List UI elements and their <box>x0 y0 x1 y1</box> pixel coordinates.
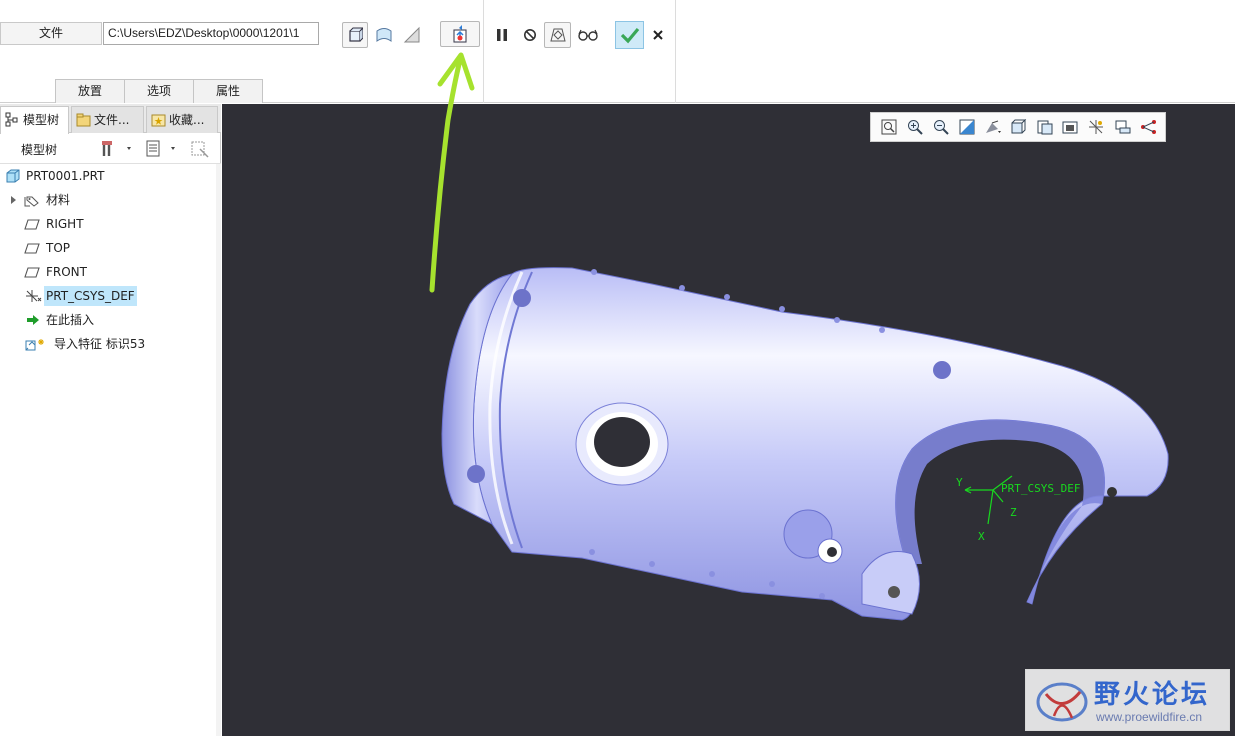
datum-plane-icon <box>24 243 40 254</box>
ribbon: 文件 C:\Users\EDZ\Desktop\0000\1201\1 放置 选… <box>0 0 1235 103</box>
tools-icon <box>102 141 131 156</box>
tab-file-browser[interactable]: 文件... <box>71 106 144 133</box>
file-tab-button[interactable]: 文件 <box>0 22 102 45</box>
model-tree-icon <box>5 112 18 127</box>
tab-properties[interactable]: 属性 <box>193 79 263 103</box>
panel-resize-edge[interactable] <box>216 164 221 736</box>
material-icon <box>24 196 39 207</box>
favorites-icon <box>151 114 166 127</box>
insert-here-icon <box>27 315 39 325</box>
datum-display-icon[interactable] <box>1084 115 1110 139</box>
view-toolbar <box>870 112 1166 142</box>
tree-item-label: FRONT <box>46 265 87 279</box>
tree-item-insert-here[interactable]: 在此插入 <box>0 308 221 332</box>
verify-preview-icon[interactable] <box>544 22 571 48</box>
navigator-tabs: 模型树 文件... 收藏... <box>0 104 221 134</box>
surface-icon[interactable] <box>371 22 397 48</box>
tree-item-label: RIGHT <box>46 217 84 231</box>
show-list-icon <box>146 140 175 157</box>
cancel-x-icon[interactable] <box>645 22 671 48</box>
remove-material-icon[interactable] <box>399 22 425 48</box>
tree-item-label: 在此插入 <box>46 313 95 327</box>
watermark-logo <box>1036 682 1088 722</box>
import-feature-icon <box>25 339 44 351</box>
spin-center-icon[interactable] <box>1110 115 1136 139</box>
tab-label: 收藏... <box>169 113 205 127</box>
axis-label-z: Z <box>1010 506 1017 519</box>
tree-item-label: 导入特征 标识53 <box>54 337 146 351</box>
zoom-out-icon[interactable] <box>928 115 954 139</box>
import-feature-icon[interactable] <box>440 21 480 47</box>
tree-item-label: 材料 <box>46 193 71 207</box>
tab-favorites[interactable]: 收藏... <box>146 106 218 133</box>
named-views-icon[interactable] <box>1032 115 1058 139</box>
file-path-field[interactable]: C:\Users\EDZ\Desktop\0000\1201\1 <box>103 22 319 45</box>
forum-watermark: 野火论坛 www.proewildfire.cn <box>1025 669 1230 731</box>
csys-label: PRT_CSYS_DEF <box>1001 482 1081 495</box>
tree-toolbar: 模型树 <box>0 134 221 164</box>
tab-options[interactable]: 选项 <box>124 79 194 103</box>
watermark-title: 野火论坛 <box>1094 680 1211 710</box>
solid-body-icon[interactable] <box>342 22 368 48</box>
tree-title: 模型树 <box>21 143 58 157</box>
csys-icon <box>26 290 42 302</box>
display-style-icon[interactable] <box>980 115 1006 139</box>
zoom-in-icon[interactable] <box>902 115 928 139</box>
refit-icon[interactable] <box>876 115 902 139</box>
tree-item-label: PRT_CSYS_DEF <box>44 286 137 306</box>
annotation-display-icon[interactable] <box>1136 115 1162 139</box>
hook-inner <box>895 419 1105 604</box>
tree-item-material[interactable]: 材料 <box>0 188 221 212</box>
folder-browser-icon <box>76 113 91 127</box>
tab-label: 模型树 <box>23 113 60 127</box>
confirm-check-icon[interactable] <box>615 21 644 49</box>
tree-show-button[interactable] <box>145 139 181 159</box>
tree-item-part[interactable]: PRT0001.PRT <box>0 164 221 188</box>
tab-model-tree[interactable]: 模型树 <box>0 106 69 134</box>
navigator-panel: 模型树 文件... 收藏... 模型树 PRT0001.PRT 材料 RIGHT… <box>0 104 221 736</box>
model-tree: PRT0001.PRT 材料 RIGHT TOP FRONT PRT_CSYS_… <box>0 164 221 356</box>
axis-label-y: Y <box>956 476 963 489</box>
tree-item-label: PRT0001.PRT <box>26 169 105 183</box>
view-manager-icon[interactable] <box>1058 115 1084 139</box>
expand-arrow-icon <box>11 196 16 204</box>
tab-label: 文件... <box>94 113 130 127</box>
dashboard-tabs: 放置 选项 属性 <box>55 79 263 103</box>
tree-settings-button[interactable] <box>101 139 137 159</box>
tree-item-right-plane[interactable]: RIGHT <box>0 212 221 236</box>
tree-item-import-feature[interactable]: 导入特征 标识53 <box>0 332 221 356</box>
datum-plane-icon <box>24 219 40 230</box>
preview-glasses-icon[interactable] <box>575 22 601 48</box>
repaint-icon[interactable] <box>954 115 980 139</box>
tree-item-front-plane[interactable]: FRONT <box>0 260 221 284</box>
filter-icon <box>191 141 209 158</box>
tree-item-csys[interactable]: PRT_CSYS_DEF <box>0 284 221 308</box>
part-icon <box>6 169 20 183</box>
tree-item-top-plane[interactable]: TOP <box>0 236 221 260</box>
ribbon-divider <box>675 0 676 103</box>
tree-item-label: TOP <box>46 241 71 255</box>
ribbon-divider <box>483 0 484 103</box>
axis-label-x: X <box>978 530 985 543</box>
saved-orientations-icon[interactable] <box>1006 115 1032 139</box>
part-model[interactable] <box>222 104 1235 736</box>
watermark-url: www.proewildfire.cn <box>1096 710 1203 724</box>
no-preview-icon[interactable] <box>517 22 543 48</box>
graphics-window[interactable]: PRT_CSYS_DEF Y Z X 野火论坛 www.proewildfire… <box>222 104 1235 736</box>
tree-filter-button[interactable] <box>190 139 212 159</box>
pause-icon[interactable] <box>489 22 515 48</box>
tab-placement[interactable]: 放置 <box>55 79 125 103</box>
datum-plane-icon <box>24 267 40 278</box>
